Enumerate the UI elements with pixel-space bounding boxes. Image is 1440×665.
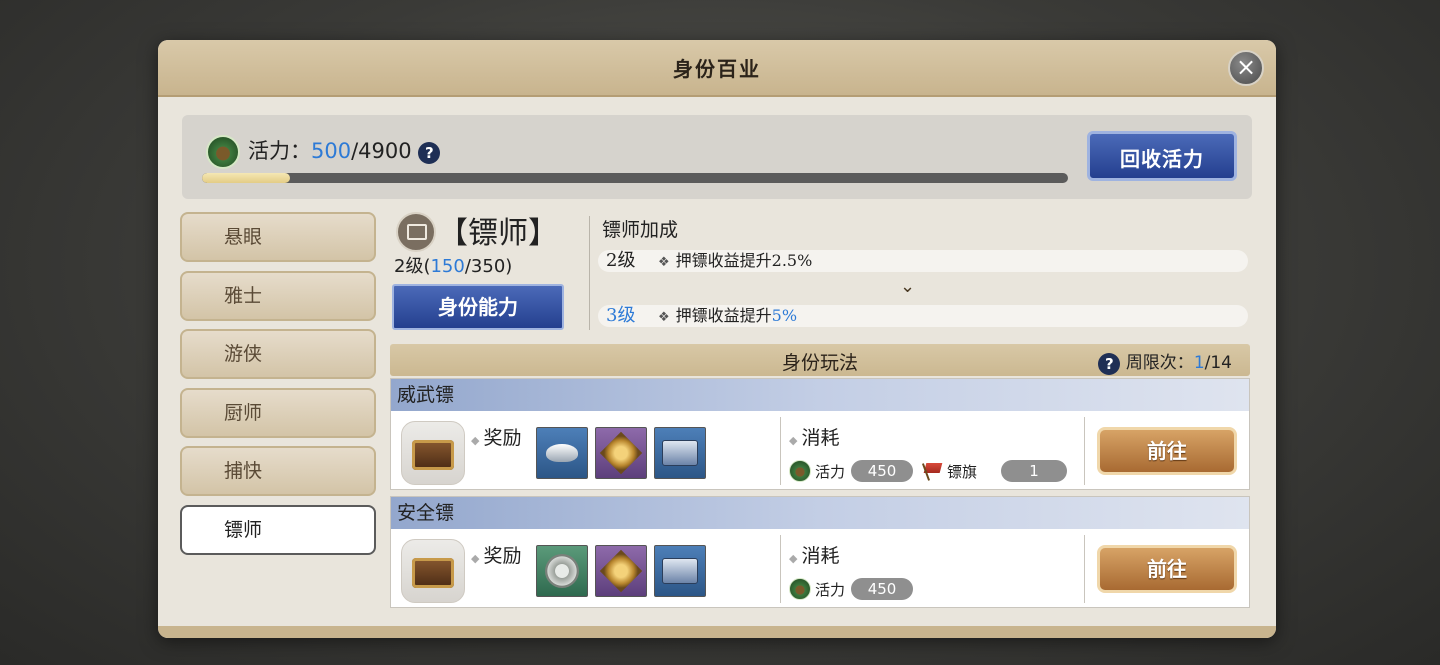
vigor-section: 活力：500/4900 ? 回收活力: [182, 115, 1252, 199]
level-exp-max: /350): [464, 256, 513, 277]
weekly-limit-current: 1: [1193, 353, 1205, 373]
vigor-label: 活力：: [248, 139, 311, 163]
level-prefix: 2级(: [394, 256, 431, 277]
escort-name: 安全镖: [391, 497, 1249, 529]
vigor-cost: 450: [851, 578, 914, 600]
treasure-chest-icon: [401, 539, 465, 603]
identity-name: 【镖师】: [438, 216, 558, 251]
reward-item[interactable]: [654, 427, 706, 479]
reward-item[interactable]: [654, 545, 706, 597]
escort-name: 威武镖: [391, 379, 1249, 411]
vigor-current: 500: [311, 139, 352, 163]
help-icon[interactable]: ?: [1098, 352, 1121, 375]
sidebar-item-chushi[interactable]: 厨师: [180, 387, 376, 438]
bonus-title: 镖师加成: [602, 219, 679, 241]
vigor-icon: [789, 578, 811, 600]
chest-icon: [662, 440, 698, 466]
bonus-current-level: 2级: [606, 250, 636, 271]
bonus-next-value: 5%: [771, 306, 798, 325]
bonus-next-level: 3级: [606, 305, 636, 326]
cost-label-text: 消耗: [801, 427, 840, 449]
sidebar-item-youxia[interactable]: 游侠: [180, 329, 376, 379]
reward-item[interactable]: [595, 545, 647, 597]
sidebar-item-biaoshi[interactable]: 镖师: [180, 504, 376, 555]
sidebar-item-bukuai[interactable]: 捕快: [180, 446, 376, 496]
reward-item[interactable]: [536, 545, 588, 597]
vigor-cost-label: 活力: [815, 462, 846, 481]
vigor-readout: 活力：500/4900 ?: [248, 135, 441, 165]
divider: [589, 216, 590, 330]
cost-label: ◆ 消耗: [789, 427, 840, 449]
reward-label: ◆ 奖励: [471, 427, 522, 449]
silver-ingot-icon: [546, 444, 578, 462]
divider: [1084, 535, 1085, 603]
help-icon[interactable]: ?: [418, 141, 441, 164]
identity-panel: 身份百业 × 活力：500/4900 ? 回收活力 悬眼 雅士 游侠 厨师 捕快…: [158, 40, 1276, 638]
escort-card-weiwu: 威武镖 ◆ 奖励 ◆ 消耗 活力 450 镖旗 1 前往: [390, 378, 1250, 490]
gameplay-header: 身份玩法 ? 周限次：1/14: [390, 344, 1250, 376]
vigor-progress-bar: [202, 173, 1068, 183]
sidebar-item-yashi[interactable]: 雅士: [180, 270, 376, 321]
diamond-bullet-icon: ❖: [658, 255, 670, 270]
vigor-cost-label: 活力: [815, 580, 846, 599]
reward-item[interactable]: [595, 427, 647, 479]
close-button[interactable]: ×: [1228, 50, 1264, 86]
cost-label: ◆ 消耗: [789, 545, 840, 567]
medal-icon: [599, 549, 643, 593]
weekly-limit-max: /14: [1204, 353, 1232, 373]
chest-icon: [662, 558, 698, 584]
cost-row: 活力 450 镖旗 1: [789, 459, 1068, 483]
vigor-icon: [789, 460, 811, 482]
bonus-next-text: 押镖收益提升: [675, 306, 772, 325]
vigor-cost: 450: [851, 460, 914, 482]
sidebar: 悬眼 雅士 游侠 厨师 捕快 镖师: [180, 212, 378, 563]
identity-ability-button[interactable]: 身份能力: [392, 284, 564, 330]
goto-button[interactable]: 前往: [1097, 427, 1237, 475]
divider: [1084, 417, 1085, 485]
bonus-next-row: 3级 ❖ 押镖收益提升5%: [598, 305, 1248, 327]
divider: [780, 417, 781, 485]
reclaim-vigor-button[interactable]: 回收活力: [1087, 131, 1237, 181]
escort-card-anquan: 安全镖 ◆ 奖励 ◆ 消耗 活力 450 前往: [390, 496, 1250, 608]
panel-title: 身份百业: [673, 57, 761, 81]
diamond-bullet-icon: ❖: [658, 310, 670, 325]
flag-cost: 1: [1001, 460, 1068, 482]
sidebar-item-xuanyan[interactable]: 悬眼: [180, 212, 376, 262]
reward-label-text: 奖励: [483, 427, 522, 449]
cart-icon: [396, 212, 436, 252]
cost-label-text: 消耗: [801, 545, 840, 567]
cost-row: 活力 450: [789, 577, 914, 601]
level-exp: 150: [430, 256, 465, 277]
treasure-chest-icon: [401, 421, 465, 485]
reward-label-text: 奖励: [483, 545, 522, 567]
flag-icon: [923, 461, 945, 481]
chevron-down-icon: ⌄: [900, 276, 916, 297]
divider: [780, 535, 781, 603]
bonus-current-row: 2级 ❖ 押镖收益提升2.5%: [598, 250, 1248, 272]
flag-cost-label: 镖旗: [947, 462, 978, 481]
identity-level: 2级(150/350): [394, 252, 512, 278]
goto-button[interactable]: 前往: [1097, 545, 1237, 593]
bonus-current-text: 押镖收益提升2.5%: [675, 251, 813, 270]
reward-item[interactable]: [536, 427, 588, 479]
coin-icon: [545, 554, 579, 588]
medal-icon: [599, 431, 643, 475]
title-bar: 身份百业 ×: [158, 40, 1276, 97]
weekly-limit-label: 周限次：: [1125, 353, 1194, 373]
close-icon: ×: [1235, 53, 1257, 81]
weekly-limit: ? 周限次：1/14: [1098, 348, 1232, 375]
vigor-icon: [206, 135, 240, 169]
vigor-max: 4900: [358, 139, 412, 163]
vigor-progress-fill: [202, 173, 291, 183]
reward-label: ◆ 奖励: [471, 545, 522, 567]
bottom-bar: [158, 626, 1276, 638]
